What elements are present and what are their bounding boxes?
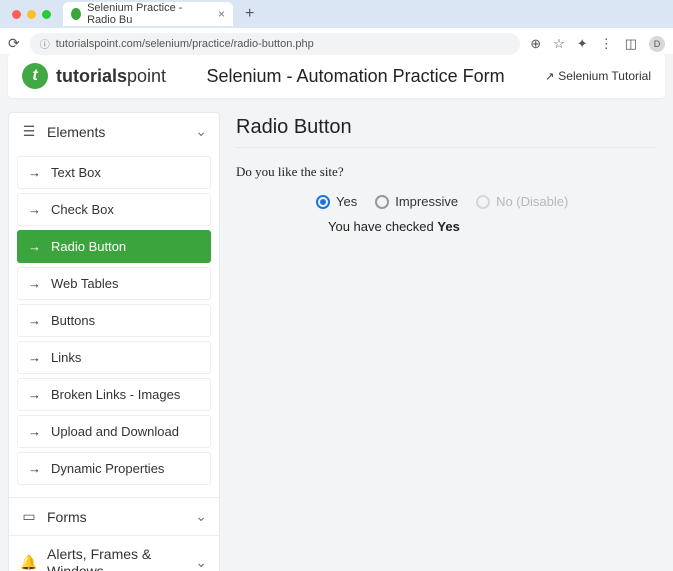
sidebar-section-alerts: 🔔 Alerts, Frames & Windows ⌄ <box>9 536 219 571</box>
minimize-window-icon[interactable] <box>27 10 36 19</box>
sidebar-head-elements[interactable]: ☰ Elements ⌄ <box>9 113 219 150</box>
arrow-right-icon: → <box>28 313 41 328</box>
sidebar-item-broken-links[interactable]: → Broken Links - Images <box>17 378 211 411</box>
page-body: ☰ Elements ⌄ → Text Box → Check Box → Radio… <box>8 112 665 571</box>
bookmark-icon[interactable]: ☆ <box>553 36 565 52</box>
browser-chrome: Selenium Practice - Radio Bu × + ⟳ ⓘ tut… <box>0 0 673 48</box>
menu-icon: ☰ <box>21 123 37 140</box>
close-tab-icon[interactable]: × <box>218 7 225 21</box>
external-link-icon: ↗ <box>545 70 554 83</box>
reload-icon[interactable]: ⟳ <box>8 35 20 52</box>
extensions-icon[interactable]: ✦ <box>577 36 588 52</box>
arrow-right-icon: → <box>28 424 41 439</box>
maximize-window-icon[interactable] <box>42 10 51 19</box>
sidebar-item-web-tables[interactable]: → Web Tables <box>17 267 211 300</box>
radio-group: Yes Impressive No (Disable) <box>236 194 657 209</box>
arrow-right-icon: → <box>28 276 41 291</box>
forms-icon: ▭ <box>21 508 37 525</box>
radio-label: No (Disable) <box>496 194 568 209</box>
sidebar-item-label: Upload and Download <box>51 424 179 439</box>
selenium-tutorial-link[interactable]: ↗ Selenium Tutorial <box>545 69 651 83</box>
arrow-right-icon: → <box>28 350 41 365</box>
result-value: Yes <box>437 219 459 234</box>
sidebar-item-label: Dynamic Properties <box>51 461 164 476</box>
url-text: tutorialspoint.com/selenium/practice/rad… <box>56 38 314 50</box>
sidebar-section-label: Alerts, Frames & Windows <box>47 546 185 571</box>
sidebar-item-label: Web Tables <box>51 276 118 291</box>
sidebar-section-forms: ▭ Forms ⌄ <box>9 498 219 536</box>
sidebar-item-upload-download[interactable]: → Upload and Download <box>17 415 211 448</box>
radio-option-yes[interactable]: Yes <box>316 194 357 209</box>
brand-text: tutorialspoint <box>56 66 166 87</box>
arrow-right-icon: → <box>28 239 41 254</box>
browser-tab[interactable]: Selenium Practice - Radio Bu × <box>63 2 233 26</box>
sidebar-item-buttons[interactable]: → Buttons <box>17 304 211 337</box>
favicon-icon <box>71 8 81 20</box>
sidebar-section-label: Forms <box>47 509 87 525</box>
radio-indicator <box>316 195 330 209</box>
content-heading: Radio Button <box>236 116 657 148</box>
sidebar-item-label: Text Box <box>51 165 101 180</box>
radio-option-impressive[interactable]: Impressive <box>375 194 458 209</box>
sidebar-section-elements: ☰ Elements ⌄ → Text Box → Check Box → Radio… <box>9 113 219 498</box>
sidebar-item-label: Buttons <box>51 313 95 328</box>
sidebar-item-check-box[interactable]: → Check Box <box>17 193 211 226</box>
sidebar-list-elements: → Text Box → Check Box → Radio Button → Web … <box>9 150 219 497</box>
address-bar[interactable]: ⓘ tutorialspoint.com/selenium/practice/r… <box>30 33 521 55</box>
chevron-down-icon: ⌄ <box>195 554 207 571</box>
site-info-icon[interactable]: ⓘ <box>40 36 50 51</box>
arrow-right-icon: → <box>28 461 41 476</box>
tab-title: Selenium Practice - Radio Bu <box>87 2 208 26</box>
side-panel-icon[interactable]: ◫ <box>625 36 637 52</box>
sidebar-section-label: Elements <box>47 124 105 140</box>
tab-strip: Selenium Practice - Radio Bu × + <box>0 0 673 28</box>
sidebar-head-alerts[interactable]: 🔔 Alerts, Frames & Windows ⌄ <box>9 536 219 571</box>
chevron-down-icon: ⌄ <box>195 123 207 140</box>
result-prefix: You have checked <box>328 219 437 234</box>
window-controls <box>6 10 57 19</box>
sidebar-item-label: Broken Links - Images <box>51 387 180 402</box>
logo-badge-icon: t <box>22 63 48 89</box>
radio-indicator <box>476 195 490 209</box>
brand-logo[interactable]: t tutorialspoint <box>22 63 166 89</box>
profile-avatar[interactable]: D <box>649 36 665 52</box>
question-text: Do you like the site? <box>236 164 657 180</box>
sidebar-item-radio-button[interactable]: → Radio Button <box>17 230 211 263</box>
close-window-icon[interactable] <box>12 10 21 19</box>
radio-label: Impressive <box>395 194 458 209</box>
page-title: Selenium - Automation Practice Form <box>207 66 505 87</box>
sidebar: ☰ Elements ⌄ → Text Box → Check Box → Radio… <box>8 112 220 571</box>
zoom-icon[interactable]: ⊕ <box>530 36 541 52</box>
sidebar-item-links[interactable]: → Links <box>17 341 211 374</box>
sidebar-item-dynamic-properties[interactable]: → Dynamic Properties <box>17 452 211 485</box>
sidebar-item-text-box[interactable]: → Text Box <box>17 156 211 189</box>
sidebar-item-label: Check Box <box>51 202 114 217</box>
sidebar-item-label: Links <box>51 350 81 365</box>
arrow-right-icon: → <box>28 202 41 217</box>
bell-icon: 🔔 <box>21 554 37 571</box>
chevron-down-icon: ⌄ <box>195 508 207 525</box>
arrow-right-icon: → <box>28 165 41 180</box>
main-content: Radio Button Do you like the site? Yes I… <box>236 112 665 571</box>
page-header: t tutorialspoint Selenium - Automation P… <box>8 54 665 98</box>
toolbar-right: ⊕ ☆ ✦ ⋮ ◫ D <box>530 36 665 52</box>
sidebar-item-label: Radio Button <box>51 239 126 254</box>
page: t tutorialspoint Selenium - Automation P… <box>0 54 673 571</box>
new-tab-button[interactable]: + <box>239 5 260 23</box>
tutorial-link-label: Selenium Tutorial <box>558 69 651 83</box>
sidebar-head-forms[interactable]: ▭ Forms ⌄ <box>9 498 219 535</box>
menu-divider: ⋮ <box>600 36 613 52</box>
radio-indicator <box>375 195 389 209</box>
radio-option-no: No (Disable) <box>476 194 568 209</box>
radio-label: Yes <box>336 194 357 209</box>
result-text: You have checked Yes <box>236 219 657 234</box>
arrow-right-icon: → <box>28 387 41 402</box>
